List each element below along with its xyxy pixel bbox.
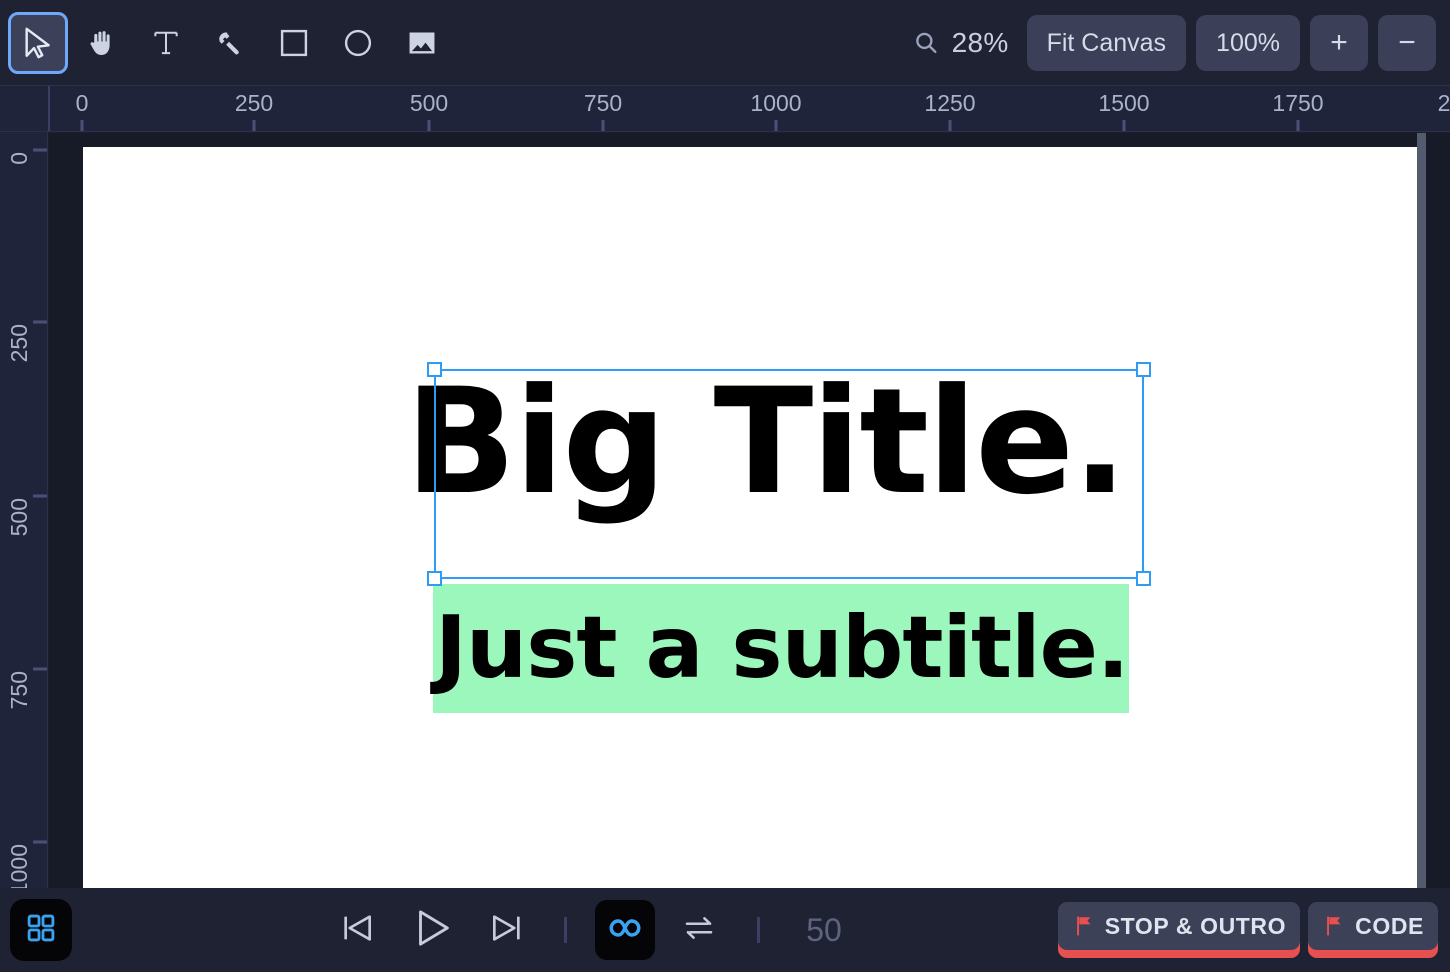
canvas-viewport[interactable]: Big Title. Just a subtitle. bbox=[49, 133, 1450, 888]
repeat-button[interactable] bbox=[669, 900, 729, 960]
h-ruler-label: 1750 bbox=[1272, 90, 1324, 116]
transport-divider-2 bbox=[757, 917, 761, 943]
skip-back-button[interactable] bbox=[328, 900, 388, 960]
zoom-level-label: 28% bbox=[951, 27, 1009, 58]
resize-handle-bottom-right[interactable] bbox=[1136, 571, 1151, 586]
h-ruler-label: 2 bbox=[1437, 90, 1450, 116]
canvas-subtitle-text[interactable]: Just a subtitle. bbox=[433, 584, 1130, 713]
magnifier-icon[interactable] bbox=[912, 29, 940, 57]
zoom-out-button[interactable]: − bbox=[1378, 15, 1436, 71]
canvas-title-text[interactable]: Big Title. bbox=[405, 369, 1128, 515]
h-ruler-label: 1500 bbox=[1098, 90, 1150, 116]
h-ruler-tick bbox=[1122, 120, 1126, 131]
v-ruler-label: 0 bbox=[6, 152, 32, 165]
h-ruler-tick bbox=[427, 120, 431, 131]
stop-and-outro-button[interactable]: STOP & OUTRO bbox=[1057, 902, 1301, 950]
h-ruler-tick bbox=[1296, 120, 1300, 131]
v-ruler-tick bbox=[33, 320, 47, 324]
h-ruler-label: 250 bbox=[234, 90, 274, 116]
text-t-icon bbox=[150, 26, 182, 60]
wrench-icon bbox=[214, 26, 246, 60]
h-ruler-tick bbox=[252, 120, 256, 131]
tool-group bbox=[0, 11, 452, 74]
code-button[interactable]: CODE bbox=[1308, 902, 1438, 950]
infinity-icon bbox=[603, 906, 647, 955]
v-ruler-label: 500 bbox=[6, 498, 32, 537]
resize-handle-top-right[interactable] bbox=[1136, 362, 1151, 377]
h-ruler-label: 0 bbox=[75, 90, 89, 116]
v-ruler-tick bbox=[33, 667, 47, 671]
square-icon bbox=[277, 26, 311, 60]
canvas-page[interactable]: Big Title. Just a subtitle. bbox=[83, 147, 1417, 888]
h-ruler-tick bbox=[601, 120, 605, 131]
horizontal-ruler[interactable]: 0 250 500 750 1000 1250 1500 1750 2 bbox=[0, 86, 1450, 132]
tool-image[interactable] bbox=[392, 12, 452, 74]
v-ruler-label: 250 bbox=[6, 324, 32, 363]
v-ruler-tick bbox=[33, 840, 47, 844]
tool-pan[interactable] bbox=[72, 12, 132, 74]
ruler-origin-divider bbox=[48, 86, 50, 131]
h-ruler-label: 1000 bbox=[750, 90, 802, 116]
repeat-icon bbox=[680, 909, 718, 952]
zoom-100-button[interactable]: 100% bbox=[1196, 15, 1300, 71]
red-flag-icon bbox=[1322, 913, 1346, 939]
hand-icon bbox=[86, 26, 118, 60]
h-ruler-label: 500 bbox=[409, 90, 449, 116]
top-toolbar: 28% Fit Canvas 100% + − bbox=[0, 0, 1450, 86]
zoom-controls: 28% Fit Canvas 100% + − bbox=[912, 0, 1436, 86]
v-ruler-label: 1000 bbox=[6, 844, 32, 888]
red-flag-icon bbox=[1072, 913, 1096, 939]
zoom-in-button[interactable]: + bbox=[1310, 15, 1368, 71]
app-root: 28% Fit Canvas 100% + − 0 250 500 750 1000 12… bbox=[0, 0, 1450, 972]
layers-grid-button[interactable] bbox=[10, 899, 72, 961]
tool-tweak[interactable] bbox=[200, 12, 260, 74]
cursor-arrow-icon bbox=[21, 25, 55, 61]
h-ruler-label: 1250 bbox=[924, 90, 976, 116]
vertical-scrollbar[interactable] bbox=[1417, 133, 1426, 888]
bottom-bar: 50 STOP & OUTRO CODE bbox=[0, 888, 1450, 972]
h-ruler-tick bbox=[80, 120, 84, 131]
circle-icon bbox=[341, 26, 375, 60]
grid-four-squares-icon bbox=[24, 911, 58, 950]
skip-back-icon bbox=[338, 908, 378, 953]
skip-forward-button[interactable] bbox=[476, 900, 536, 960]
loop-infinite-button[interactable] bbox=[595, 900, 656, 960]
play-button[interactable] bbox=[402, 900, 462, 960]
skip-forward-icon bbox=[486, 908, 526, 953]
play-icon bbox=[409, 905, 455, 956]
v-ruler-tick bbox=[33, 148, 47, 152]
vertical-ruler[interactable]: 0 250 500 750 1000 bbox=[0, 132, 48, 888]
image-icon bbox=[405, 26, 439, 60]
action-buttons: STOP & OUTRO CODE bbox=[1057, 888, 1438, 972]
v-ruler-label: 750 bbox=[6, 671, 32, 710]
stop-and-outro-label: STOP & OUTRO bbox=[1104, 912, 1287, 939]
tool-text[interactable] bbox=[136, 12, 196, 74]
transport-divider-1 bbox=[564, 917, 568, 943]
h-ruler-label: 750 bbox=[583, 90, 623, 116]
tool-ellipse[interactable] bbox=[328, 12, 388, 74]
tool-select[interactable] bbox=[8, 11, 68, 74]
v-ruler-tick bbox=[33, 494, 47, 498]
h-ruler-tick bbox=[948, 120, 952, 131]
fit-canvas-button[interactable]: Fit Canvas bbox=[1026, 15, 1187, 71]
tool-rectangle[interactable] bbox=[264, 12, 324, 74]
frame-counter[interactable]: 50 bbox=[806, 912, 842, 949]
h-ruler-tick bbox=[774, 120, 778, 131]
code-label: CODE bbox=[1355, 912, 1424, 939]
